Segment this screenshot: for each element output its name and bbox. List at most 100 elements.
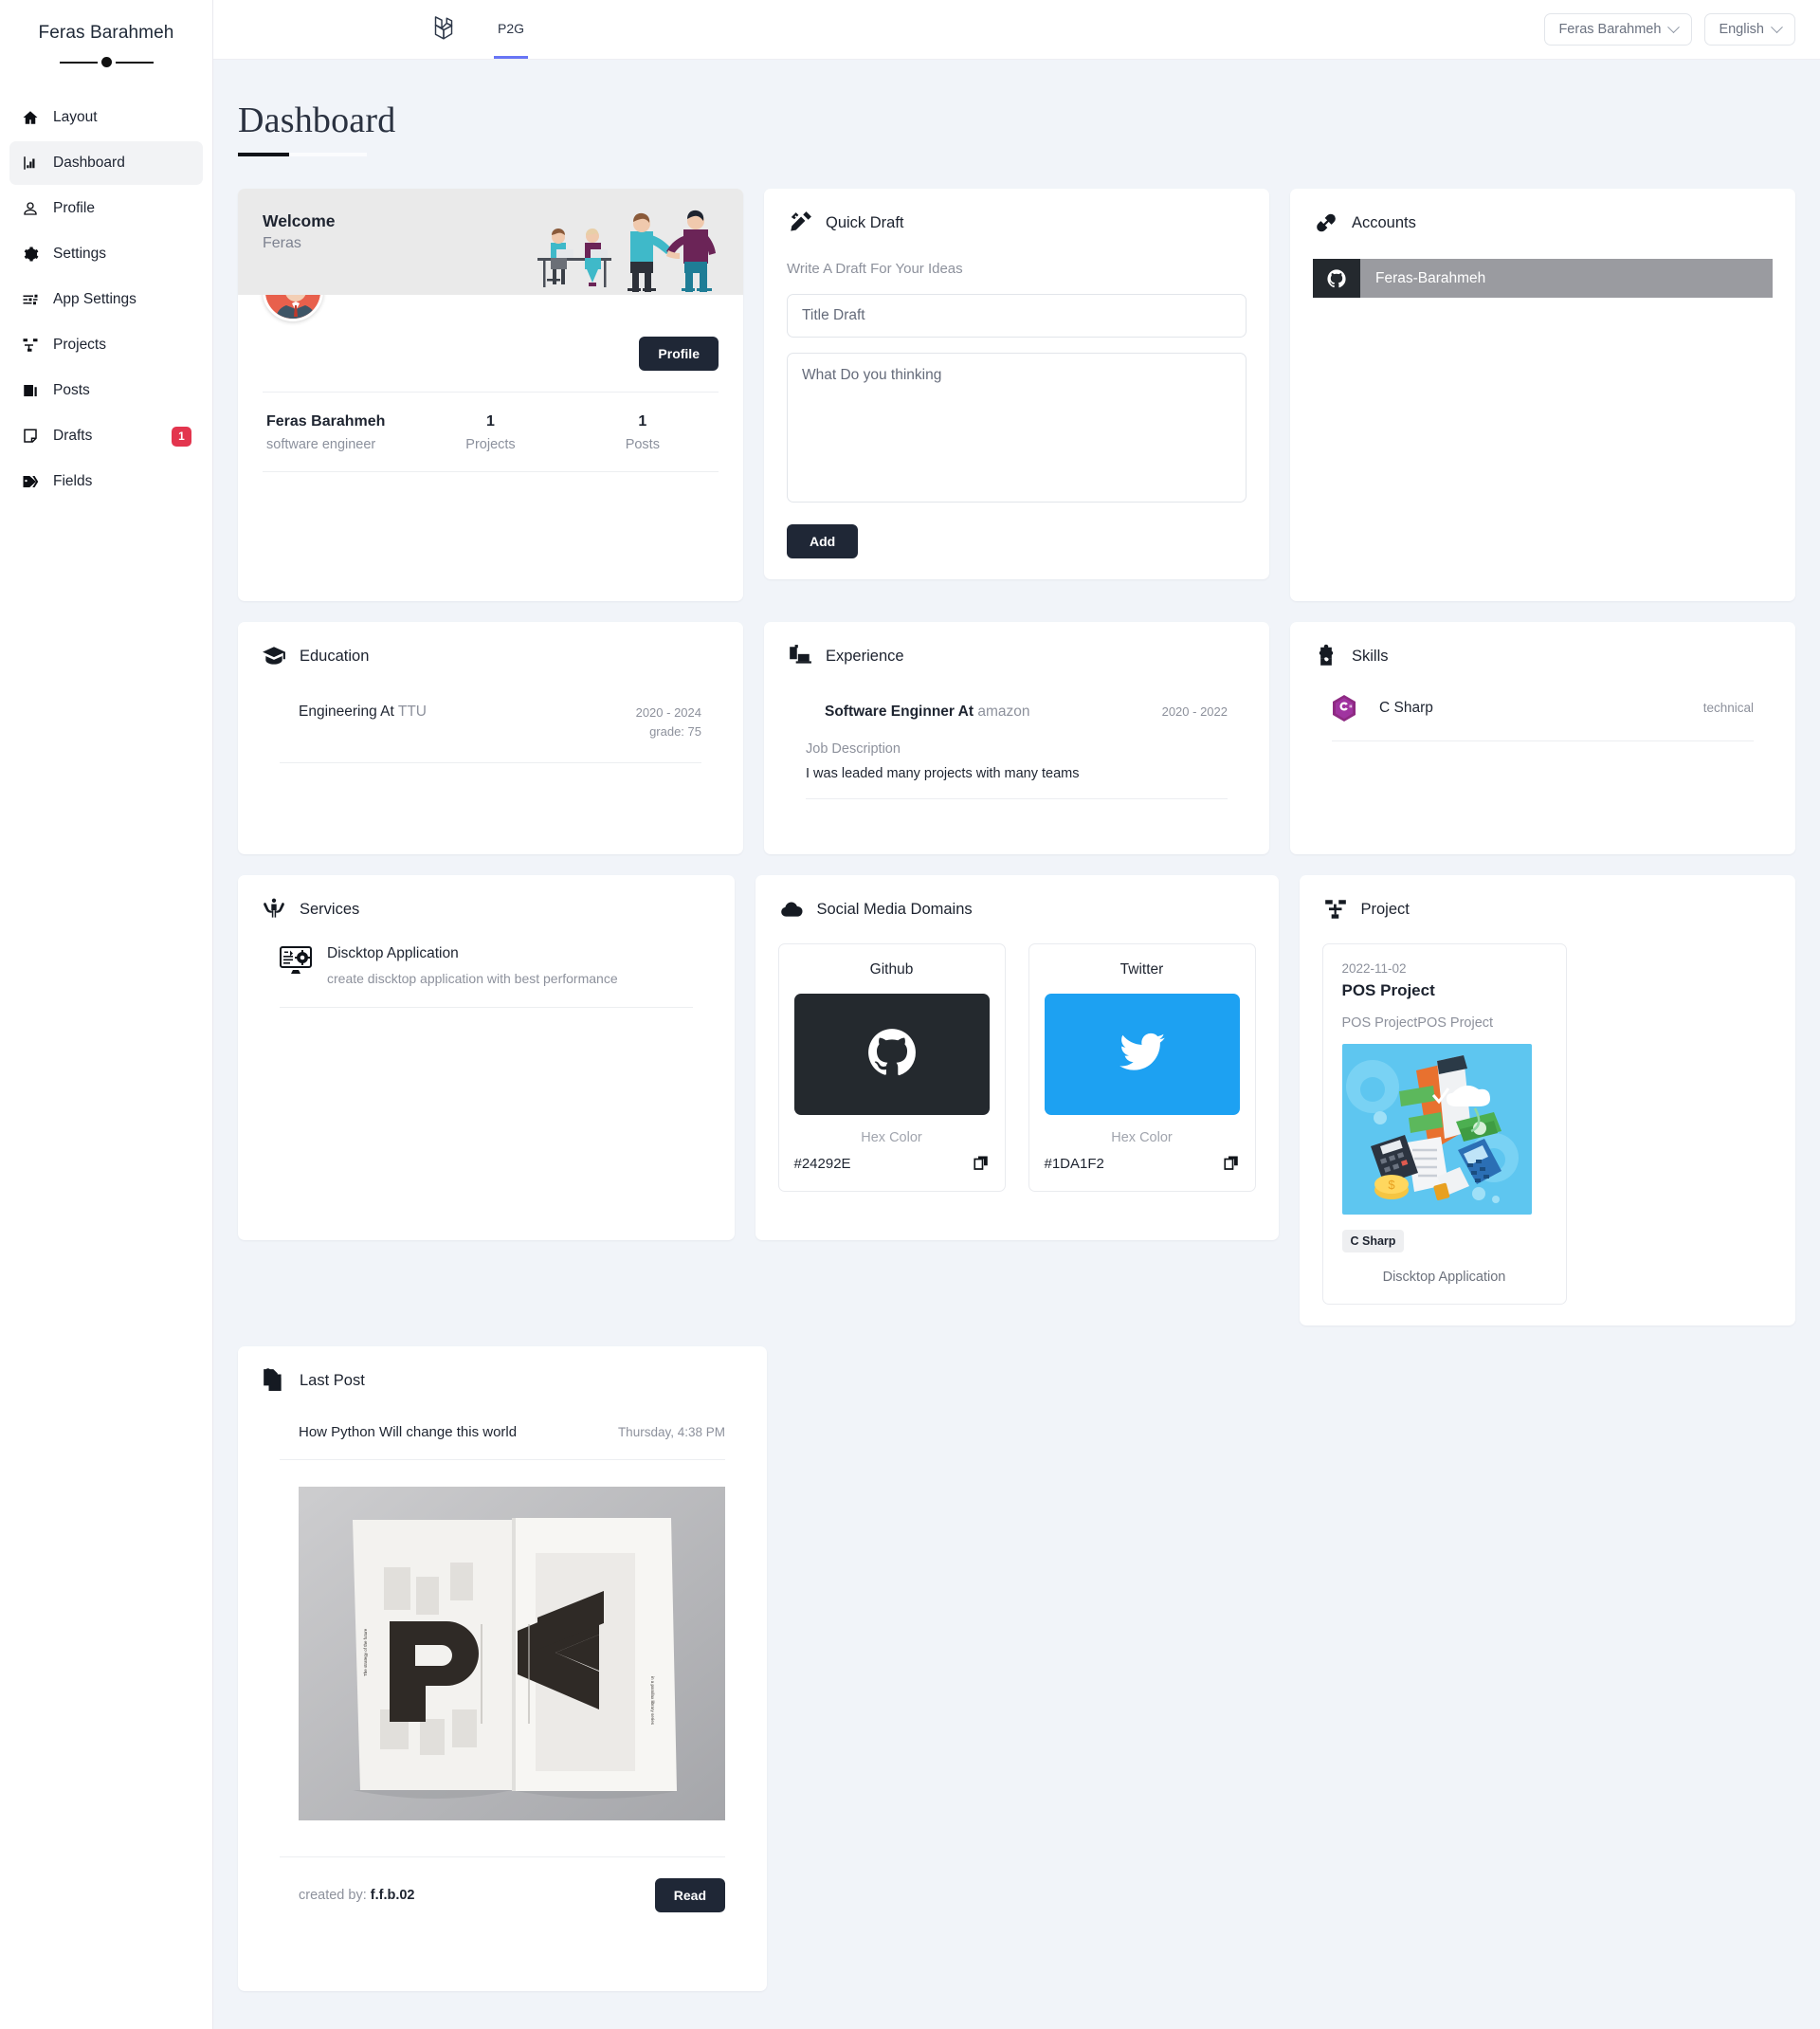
briefcase-icon xyxy=(787,643,813,669)
quick-draft-actions: Add xyxy=(787,524,1247,558)
social-color-swatch xyxy=(1044,994,1240,1115)
post-image: The strategy of the future in a parallax… xyxy=(299,1487,725,1820)
social-card-github: Github Hex Color #24292E xyxy=(777,943,1006,1192)
sidebar-item-label: Projects xyxy=(53,337,106,353)
social-media-list: Github Hex Color #24292E Twitter Hex Col… xyxy=(777,943,1256,1192)
add-draft-button[interactable]: Add xyxy=(787,524,859,558)
card-title: Quick Draft xyxy=(826,213,904,231)
link-icon xyxy=(1313,210,1339,236)
post-author: created by: f.f.b.02 xyxy=(299,1888,415,1903)
stat-value: 1 xyxy=(638,413,647,430)
welcome-actions: Profile xyxy=(238,321,743,392)
education-grade: grade: 75 xyxy=(649,724,701,740)
tab-p2g[interactable]: P2G xyxy=(494,0,529,59)
topbar-center: P2G xyxy=(428,0,529,59)
hex-color-row: #1DA1F2 xyxy=(1045,1155,1240,1172)
accounts-card: Accounts Feras-Barahmeh xyxy=(1290,189,1795,601)
topbar: P2G Feras Barahmeh English xyxy=(213,0,1820,60)
csharp-icon xyxy=(1332,694,1356,722)
puzzle-icon xyxy=(1313,643,1339,669)
sidebar-item-settings[interactable]: Settings xyxy=(9,232,203,276)
skill-name: C Sharp xyxy=(1379,699,1433,716)
sidebar-item-dashboard[interactable]: Dashboard xyxy=(9,141,203,185)
github-icon xyxy=(1313,259,1360,298)
dashboard-row-2: Education Engineering At TTU 2020 - 2024… xyxy=(238,622,1795,854)
hex-color-label: Hex Color xyxy=(861,1130,922,1145)
profile-button[interactable]: Profile xyxy=(639,337,719,371)
svg-text:$: $ xyxy=(1388,1178,1395,1192)
welcome-banner: Welcome Feras xyxy=(238,189,743,295)
services-header: Services xyxy=(261,896,712,923)
post-date: Thursday, 4:38 PM xyxy=(617,1425,725,1439)
last-post-row[interactable]: How Python Will change this world Thursd… xyxy=(280,1394,725,1460)
github-icon xyxy=(867,1028,917,1082)
tags-icon xyxy=(21,472,40,491)
welcome-stats: Feras Barahmeh software engineer 1 Proje… xyxy=(263,392,719,472)
sidebar-item-layout[interactable]: Layout xyxy=(9,96,203,139)
sidebar-item-fields[interactable]: Fields xyxy=(9,460,203,503)
stat-cell: 1 Projects xyxy=(414,413,566,452)
drafts-badge: 1 xyxy=(172,426,191,447)
sidebar-item-drafts[interactable]: Drafts 1 xyxy=(9,414,203,458)
post-author-label: created by: xyxy=(299,1888,371,1903)
sidebar-item-projects[interactable]: Projects xyxy=(9,323,203,367)
project-name: POS Project xyxy=(1341,981,1435,999)
quick-draft-subtitle: Write A Draft For Your Ideas xyxy=(787,261,963,277)
laravel-logo xyxy=(428,13,460,46)
project-image: $ xyxy=(1341,1044,1532,1215)
account-row[interactable]: Feras-Barahmeh xyxy=(1313,259,1773,298)
last-post-footer: created by: f.f.b.02 Read xyxy=(280,1856,725,1918)
project-card: Project 2022-11-02 POS Project POS Proje… xyxy=(1299,875,1795,1325)
gear-icon xyxy=(21,245,40,264)
sidebar-brand: Feras Barahmeh xyxy=(38,23,174,43)
dashboard-row-3: Services Discktop Application create dis… xyxy=(238,875,1795,1325)
sidebar-item-label: Posts xyxy=(53,382,90,398)
copy-icon[interactable] xyxy=(973,1155,990,1172)
social-name: Github xyxy=(869,961,914,978)
main-area: P2G Feras Barahmeh English Dashboard Wel… xyxy=(213,0,1820,2029)
hex-color-value: #1DA1F2 xyxy=(1044,1155,1104,1172)
read-button[interactable]: Read xyxy=(654,1878,725,1912)
job-description-label: Job Description xyxy=(806,741,901,757)
education-years: 2020 - 2024 xyxy=(635,705,701,720)
sidebar-item-label: Profile xyxy=(53,200,95,216)
stat-label: Posts xyxy=(625,437,660,452)
skills-header: Skills xyxy=(1313,643,1773,669)
draft-body-textarea[interactable] xyxy=(787,353,1247,503)
project-item[interactable]: 2022-11-02 POS Project POS ProjectPOS Pr… xyxy=(1321,943,1567,1305)
chevron-down-icon xyxy=(1667,20,1681,33)
welcome-spacer xyxy=(238,472,743,601)
sidebar-item-profile[interactable]: Profile xyxy=(9,187,203,230)
card-title: Experience xyxy=(826,647,904,665)
sidebar: Feras Barahmeh Layout Dashboard Profile xyxy=(0,0,213,2029)
service-title: Discktop Application xyxy=(327,945,459,961)
stat-cell: Feras Barahmeh software engineer xyxy=(263,413,414,452)
education-degree-text: Engineering At xyxy=(299,704,398,720)
user-icon xyxy=(21,199,40,218)
topbar-right: Feras Barahmeh English xyxy=(1544,13,1795,46)
job-description-text: I was leaded many projects with many tea… xyxy=(806,766,1080,781)
copy-icon[interactable] xyxy=(1223,1155,1240,1172)
cloud-icon xyxy=(778,896,805,923)
sidebar-item-posts[interactable]: Posts xyxy=(9,369,203,412)
sitemap-icon xyxy=(1322,896,1349,923)
sidebar-item-label: App Settings xyxy=(53,291,136,307)
copy-docs-icon xyxy=(261,1367,287,1394)
hex-color-row: #24292E xyxy=(794,1155,990,1172)
user-menu-label: Feras Barahmeh xyxy=(1558,22,1662,37)
note-icon xyxy=(21,427,40,446)
draft-title-input[interactable] xyxy=(787,294,1247,338)
experience-position-text: Software Enginner At xyxy=(825,704,978,720)
service-row: Discktop Application create discktop app… xyxy=(280,923,693,1008)
user-menu-button[interactable]: Feras Barahmeh xyxy=(1544,13,1693,46)
language-menu-button[interactable]: English xyxy=(1704,13,1795,46)
card-title: Project xyxy=(1360,900,1410,918)
service-desc: create discktop application with best pe… xyxy=(327,971,618,986)
education-school: TTU xyxy=(397,704,427,720)
project-footer: Discktop Application xyxy=(1382,1270,1506,1285)
accounts-header: Accounts xyxy=(1313,210,1773,236)
sidebar-item-label: Layout xyxy=(53,109,98,125)
card-title: Accounts xyxy=(1352,213,1416,231)
sidebar-item-app-settings[interactable]: App Settings xyxy=(9,278,203,321)
card-title: Skills xyxy=(1352,647,1389,665)
